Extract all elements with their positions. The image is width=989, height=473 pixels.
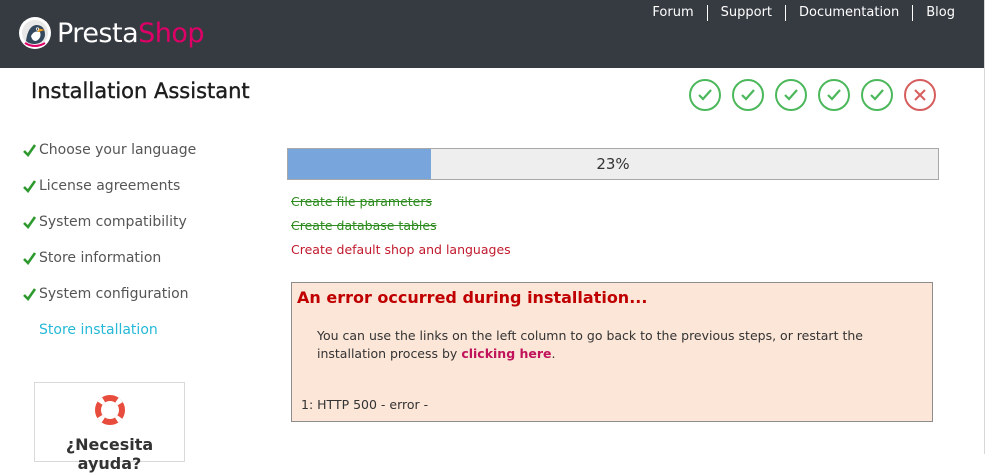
sidebar-item-label: Store information: [39, 250, 162, 266]
task-create-file-parameters: Create file parameters: [291, 194, 433, 209]
prestashop-puffin-logo-icon: [19, 17, 51, 49]
task-create-database-tables: Create database tables: [291, 218, 437, 233]
error-message: You can use the links on the left column…: [317, 327, 897, 363]
nav-support-link[interactable]: Support: [708, 5, 787, 21]
top-header: PrestaShop Forum Support Documentation B…: [0, 0, 984, 68]
sidebar-item-label: License agreements: [39, 178, 181, 194]
sidebar-item-system-configuration[interactable]: System configuration: [22, 286, 196, 322]
sidebar-item-store-installation: Store installation: [22, 322, 196, 358]
sidebar-item-label: Store installation: [39, 322, 158, 338]
step-error-x-icon: [904, 79, 936, 111]
sidebar-item-store-information[interactable]: Store information: [22, 250, 196, 286]
lifebuoy-icon: [95, 395, 125, 425]
error-message-end: .: [551, 346, 556, 361]
step-complete-check-icon: [689, 79, 721, 111]
check-icon: [23, 216, 37, 230]
error-title: An error occurred during installation...: [297, 288, 648, 307]
help-box[interactable]: ¿Necesita ayuda?: [34, 382, 185, 473]
sidebar-item-label: Choose your language: [39, 142, 197, 158]
check-icon: [23, 252, 37, 266]
prestashop-logo[interactable]: PrestaShop: [18, 14, 228, 54]
step-complete-check-icon: [861, 79, 893, 111]
check-icon: [23, 180, 37, 194]
installation-progress-bar: 23%: [287, 148, 939, 180]
step-complete-check-icon: [732, 79, 764, 111]
nav-documentation-link[interactable]: Documentation: [786, 5, 914, 21]
sidebar-item-system-compatibility[interactable]: System compatibility: [22, 214, 196, 250]
sidebar-item-license[interactable]: License agreements: [22, 178, 196, 214]
page-title: Installation Assistant: [31, 79, 250, 103]
restart-installation-link[interactable]: clicking here: [461, 346, 551, 361]
installation-error-panel: An error occurred during installation...…: [291, 282, 933, 422]
nav-blog-link[interactable]: Blog: [913, 5, 955, 21]
error-message-text: You can use the links on the left column…: [317, 328, 863, 361]
sidebar-item-choose-language[interactable]: Choose your language: [22, 142, 196, 178]
installation-task-list: Create file parameters Create database t…: [291, 193, 511, 265]
step-complete-check-icon: [818, 79, 850, 111]
brand-name: PrestaShop: [57, 18, 205, 49]
check-icon: [23, 144, 37, 158]
check-icon: [23, 288, 37, 302]
task-create-default-shop: Create default shop and languages: [291, 242, 511, 257]
sidebar-item-label: System compatibility: [39, 214, 187, 230]
sidebar-item-label: System configuration: [39, 286, 189, 302]
nav-forum-link[interactable]: Forum: [639, 5, 708, 21]
top-navigation: Forum Support Documentation Blog: [639, 5, 955, 21]
window-edge: [984, 0, 989, 454]
progress-percent: 23%: [596, 155, 630, 173]
step-status-indicators: [689, 79, 936, 111]
steps-sidebar: Choose your language License agreements …: [22, 142, 196, 358]
step-complete-check-icon: [775, 79, 807, 111]
help-label: ¿Necesita ayuda?: [65, 435, 154, 473]
error-detail: 1: HTTP 500 - error -: [301, 397, 429, 412]
